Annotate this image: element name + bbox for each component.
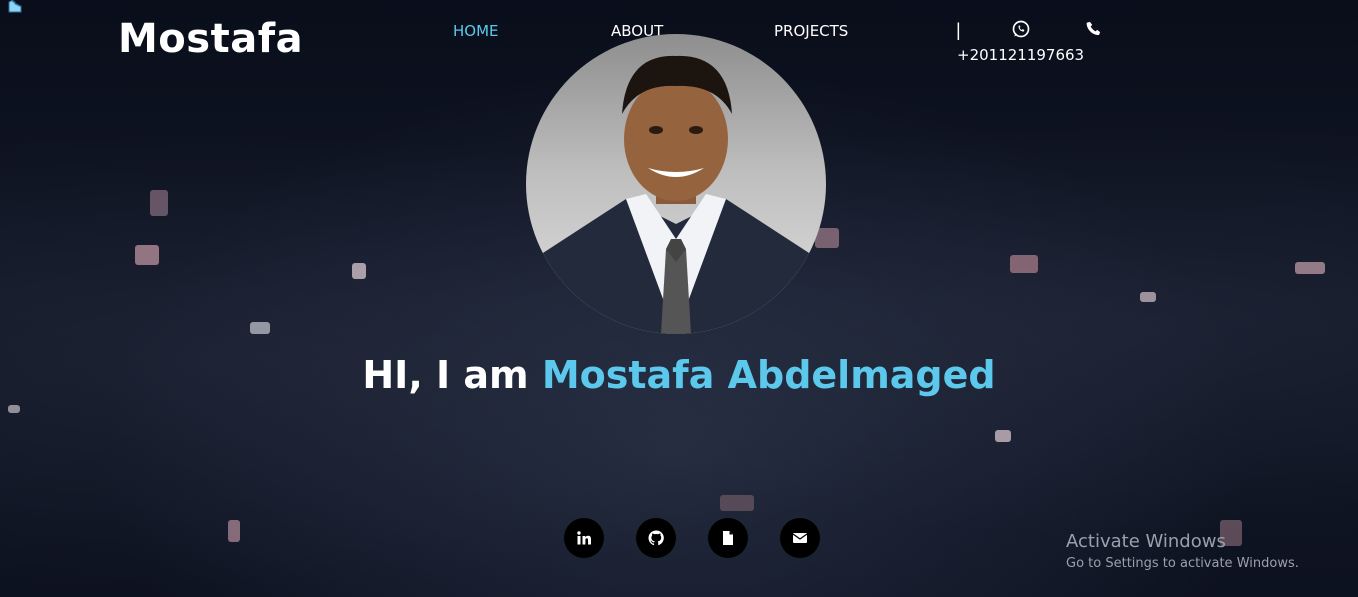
windows-activation-watermark: Activate Windows Go to Settings to activ… bbox=[1066, 531, 1299, 571]
whatsapp-icon[interactable] bbox=[1011, 19, 1031, 39]
github-button[interactable] bbox=[636, 518, 676, 558]
bokeh-light bbox=[150, 190, 168, 216]
resume-button[interactable] bbox=[708, 518, 748, 558]
linkedin-icon bbox=[577, 531, 591, 545]
hero-greeting: HI, I am bbox=[362, 353, 542, 397]
phone-icon[interactable] bbox=[1085, 20, 1103, 38]
nav-projects[interactable]: PROJECTS bbox=[774, 22, 848, 40]
hero-headline: HI, I am Mostafa Abdelmaged bbox=[0, 353, 1358, 397]
bokeh-light bbox=[135, 245, 159, 265]
site-logo[interactable]: Mostafa bbox=[118, 16, 303, 62]
hero-name: Mostafa Abdelmaged bbox=[541, 353, 996, 397]
profile-avatar bbox=[526, 34, 826, 334]
email-button[interactable] bbox=[780, 518, 820, 558]
nav-separator: | bbox=[956, 20, 961, 40]
bokeh-light bbox=[1140, 292, 1156, 302]
github-icon bbox=[648, 530, 664, 546]
hand-cursor-icon bbox=[8, 0, 22, 13]
file-icon bbox=[723, 531, 733, 545]
linkedin-button[interactable] bbox=[564, 518, 604, 558]
bokeh-light bbox=[1295, 262, 1325, 274]
bokeh-light bbox=[228, 520, 240, 542]
bokeh-light bbox=[995, 430, 1011, 442]
bokeh-light bbox=[8, 405, 20, 413]
nav-home[interactable]: HOME bbox=[453, 22, 499, 40]
bokeh-light bbox=[1010, 255, 1038, 273]
phone-number[interactable]: +201121197663 bbox=[957, 46, 1084, 64]
envelope-icon bbox=[792, 533, 808, 543]
watermark-title: Activate Windows bbox=[1066, 531, 1226, 552]
bokeh-light bbox=[352, 263, 366, 279]
bokeh-light bbox=[815, 228, 839, 248]
bokeh-light bbox=[720, 495, 754, 511]
portrait-photo bbox=[526, 55, 826, 334]
watermark-subtitle: Go to Settings to activate Windows. bbox=[1066, 556, 1299, 571]
bokeh-light bbox=[250, 322, 270, 334]
